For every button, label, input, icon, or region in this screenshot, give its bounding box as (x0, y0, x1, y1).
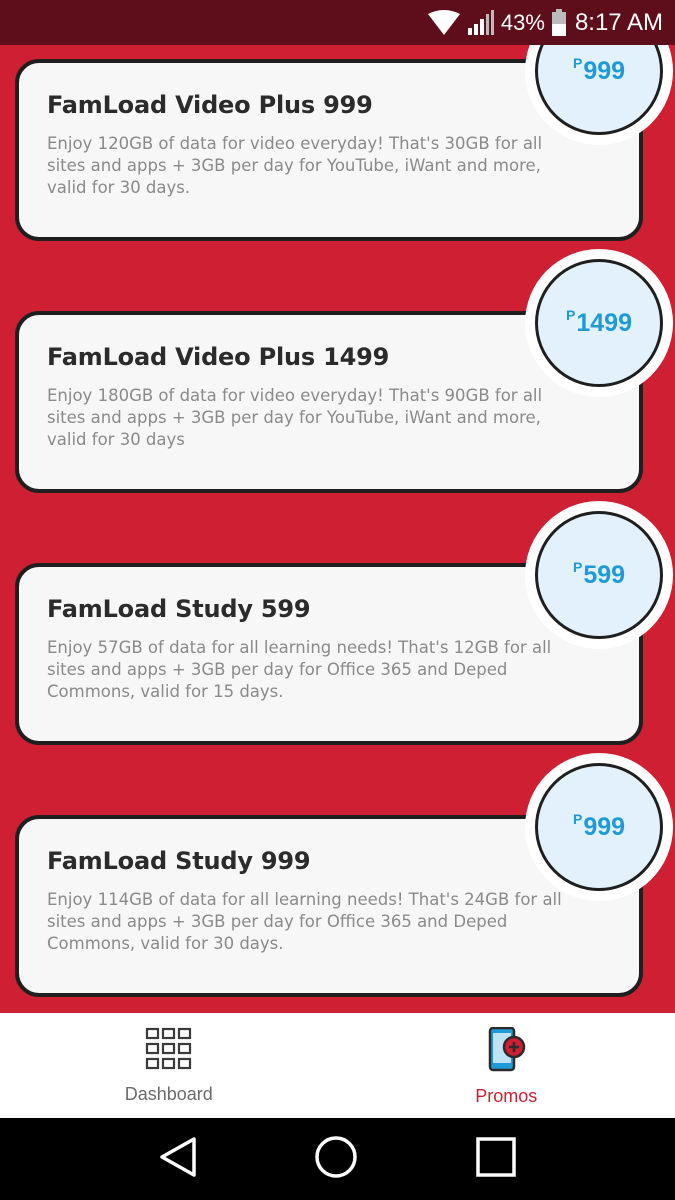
promos-phone-icon (484, 1026, 528, 1078)
bottom-nav: Dashboard Promos (0, 1013, 675, 1118)
battery-icon (551, 8, 567, 37)
currency-symbol: P (566, 307, 576, 323)
wifi-icon (427, 9, 461, 36)
price-badge: P 599 (525, 501, 673, 649)
recents-icon[interactable] (475, 1136, 517, 1183)
promo-description: Enjoy 114GB of data for all learning nee… (47, 890, 562, 953)
system-nav-bar (0, 1118, 675, 1200)
price-value: 599 (583, 560, 626, 589)
nav-label-dashboard: Dashboard (124, 1084, 213, 1104)
promo-title: FamLoad Study 599 (47, 595, 311, 623)
currency-symbol: P (572, 811, 583, 827)
clock: 8:17 AM (574, 8, 663, 36)
battery-percent: 43% (500, 9, 545, 35)
status-bar: 43% 8:17 AM (0, 0, 675, 45)
promo-card[interactable]: FamLoad Video Plus 1499 Enjoy 180GB of d… (15, 249, 673, 493)
promo-title: FamLoad Video Plus 1499 (47, 343, 390, 371)
promo-card[interactable]: FamLoad Video Plus 999 Enjoy 120GB of da… (15, 45, 673, 241)
promo-title: FamLoad Video Plus 999 (47, 91, 373, 119)
nav-promos[interactable]: Promos (338, 1013, 675, 1118)
nav-dashboard[interactable]: Dashboard (0, 1013, 338, 1118)
price-value: 999 (583, 56, 626, 85)
signal-icon (467, 9, 495, 36)
currency-symbol: P (572, 55, 583, 71)
back-icon[interactable] (158, 1136, 198, 1183)
price-badge: P 999 (525, 753, 673, 901)
dashboard-grid-icon (145, 1027, 193, 1076)
promo-description: Enjoy 180GB of data for video everyday! … (47, 386, 543, 449)
home-icon[interactable] (314, 1135, 358, 1184)
nav-label-promos: Promos (475, 1086, 538, 1106)
promo-card[interactable]: FamLoad Study 599 Enjoy 57GB of data for… (15, 501, 673, 745)
promo-list[interactable]: FamLoad Video Plus 999 Enjoy 120GB of da… (0, 45, 675, 1013)
promo-title: FamLoad Study 999 (47, 847, 311, 875)
price-value: 999 (583, 812, 626, 841)
promo-description: Enjoy 120GB of data for video everyday! … (47, 134, 543, 197)
currency-symbol: P (572, 559, 583, 575)
promo-description: Enjoy 57GB of data for all learning need… (47, 638, 552, 701)
promo-card[interactable]: FamLoad Study 999 Enjoy 114GB of data fo… (15, 753, 673, 997)
price-badge: P 1499 (525, 249, 673, 397)
price-value: 1499 (576, 308, 632, 337)
